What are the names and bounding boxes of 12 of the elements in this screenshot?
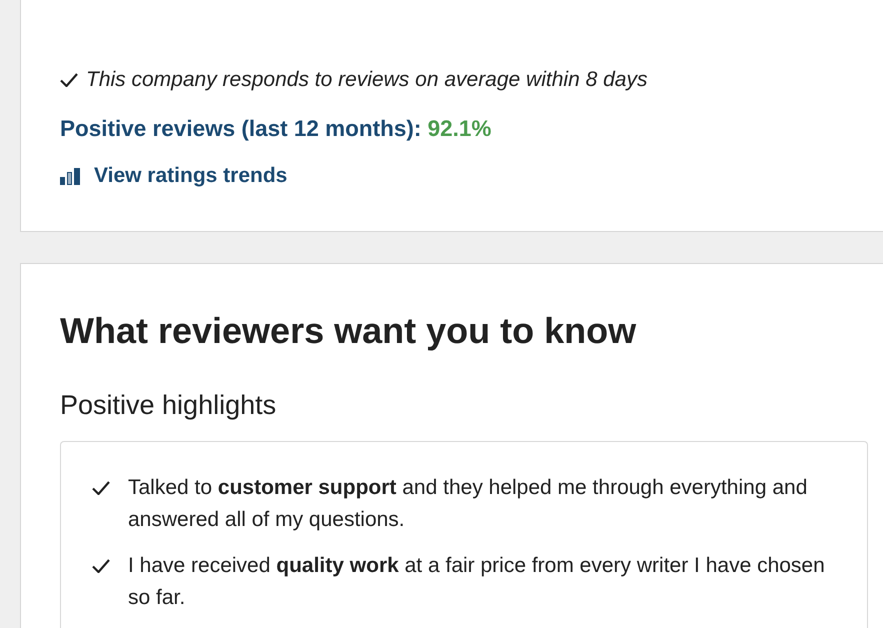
ratings-trends-link[interactable]: View ratings trends (60, 162, 288, 190)
check-icon (60, 73, 78, 87)
positive-reviews-label: Positive reviews (last 12 months): (60, 116, 422, 141)
highlight-text: Talked to customer support and they helped me through everything and answered all of my questions. (128, 474, 808, 532)
section-heading: What reviewers want you to know (60, 310, 638, 350)
highlight-text: I have received quality work at a fair price from every writer I have chosen so far. (128, 552, 826, 610)
response-note-text: This company responds to reviews on average within 8 days (86, 67, 648, 93)
positive-reviews-value: 92.1% (428, 116, 492, 141)
check-icon (92, 480, 110, 494)
section-subheading: Positive highlights (60, 390, 278, 420)
bar-chart-icon (60, 168, 80, 184)
check-icon (92, 558, 110, 572)
